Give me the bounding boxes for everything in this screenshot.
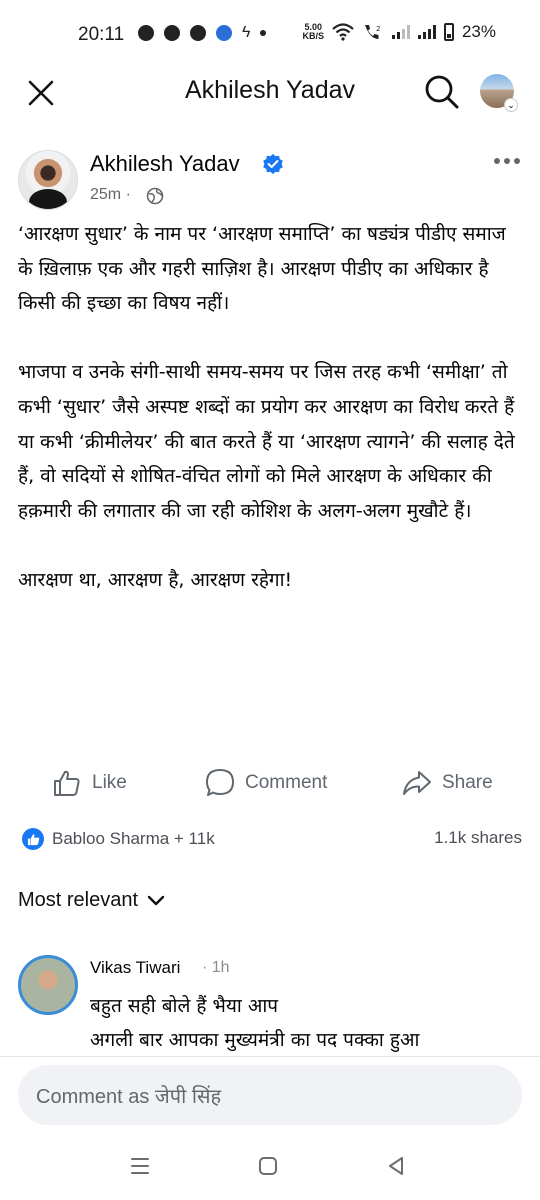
- top-app-bar: Akhilesh Yadav ⌄: [0, 72, 540, 112]
- battery-percent: 23%: [461, 22, 496, 41]
- profile-menu-button[interactable]: ⌄: [480, 74, 518, 112]
- home-square-icon: [259, 1157, 277, 1175]
- svg-text:2: 2: [376, 25, 380, 33]
- post-paragraph: ‘आरक्षण सुधार’ के नाम पर ‘आरक्षण समाप्ति…: [18, 223, 506, 315]
- comment-sort-dropdown[interactable]: Most relevant: [18, 889, 166, 912]
- back-triangle-icon: [389, 1157, 403, 1175]
- comment-text-line: अगली बार आपका मुख्यमंत्री का पद पक्का हु…: [90, 1029, 420, 1051]
- verified-badge-icon: [263, 154, 283, 174]
- status-bar: 20:11 ϟ 5.00 KB/S 2 23%: [0, 0, 540, 72]
- comment-composer-bar: Comment as जेपी सिंह: [0, 1056, 540, 1138]
- recent-apps-button[interactable]: [128, 1154, 154, 1180]
- commenter-avatar[interactable]: [18, 955, 78, 1015]
- comment-bubble-icon: [206, 769, 234, 796]
- like-button[interactable]: Like: [52, 766, 127, 800]
- bolt-icon: ϟ: [242, 24, 251, 41]
- message-icon: [190, 25, 206, 41]
- post-action-bar: Like Comment Share: [0, 762, 540, 802]
- chevron-down-icon: [147, 895, 165, 905]
- like-label: Like: [92, 772, 127, 793]
- menu-lines-icon: [131, 1158, 149, 1174]
- network-speed-unit: KB/S: [302, 31, 324, 41]
- post-timestamp[interactable]: 25m ·: [90, 186, 131, 204]
- more-dot-icon: [494, 158, 500, 164]
- comment-text: बहुत सही बोले हैं भैया आप अगली बार आपका …: [90, 989, 530, 1057]
- comment-timestamp: · 1h: [202, 959, 230, 976]
- like-reaction-icon: [22, 828, 44, 850]
- comment-text-line: बहुत सही बोले हैं भैया आप: [90, 995, 279, 1017]
- system-navigation-bar: [0, 1140, 540, 1200]
- network-speed: 5.00 KB/S: [302, 23, 324, 41]
- more-dot-icon: [504, 158, 510, 164]
- comment-input[interactable]: Comment as जेपी सिंह: [18, 1065, 522, 1125]
- search-icon: [425, 75, 459, 109]
- notification-icons: ϟ: [138, 24, 267, 42]
- search-button[interactable]: [424, 74, 460, 110]
- author-avatar[interactable]: [18, 150, 78, 210]
- post-paragraph: आरक्षण था, आरक्षण है, आरक्षण रहेगा!: [18, 568, 293, 591]
- app-notification-icon: [216, 25, 232, 41]
- share-arrow-icon: [403, 771, 431, 795]
- comment-label: Comment: [245, 772, 328, 793]
- battery-icon: [443, 23, 454, 41]
- reaction-summary[interactable]: Babloo Sharma + 11k: [22, 826, 215, 852]
- commenter-name[interactable]: Vikas Tiwari: [90, 958, 180, 978]
- signal-strength-2-icon: [417, 25, 436, 39]
- reaction-count: Babloo Sharma + 11k: [52, 829, 215, 848]
- back-button[interactable]: [384, 1154, 410, 1180]
- messenger-icon: [164, 25, 180, 41]
- chat-notification-icon: [138, 25, 154, 41]
- system-indicators: 5.00 KB/S 2 23%: [302, 22, 496, 42]
- sort-label: Most relevant: [18, 889, 139, 911]
- more-notifications-dot-icon: [260, 30, 267, 36]
- wifi-calling-icon: 2: [364, 25, 380, 39]
- post-text: ‘आरक्षण सुधार’ के नाम पर ‘आरक्षण समाप्ति…: [18, 217, 524, 598]
- share-button[interactable]: Share: [402, 766, 493, 800]
- public-globe-icon: [146, 187, 164, 205]
- post-paragraph: भाजपा व उनके संगी-साथी समय-समय पर जिस तर…: [18, 361, 515, 522]
- home-button[interactable]: [256, 1154, 282, 1180]
- wifi-icon: [332, 23, 354, 41]
- comment-button[interactable]: Comment: [205, 766, 327, 800]
- thumbs-up-icon: [54, 770, 80, 796]
- more-dot-icon: [514, 158, 520, 164]
- chevron-down-icon: ⌄: [504, 98, 518, 112]
- share-count[interactable]: 1.1k shares: [434, 828, 522, 848]
- signal-strength-1-icon: [391, 25, 410, 39]
- post-options-button[interactable]: [494, 158, 524, 168]
- status-time: 20:11: [78, 24, 125, 45]
- author-name[interactable]: Akhilesh Yadav: [90, 151, 240, 177]
- share-label: Share: [442, 772, 493, 793]
